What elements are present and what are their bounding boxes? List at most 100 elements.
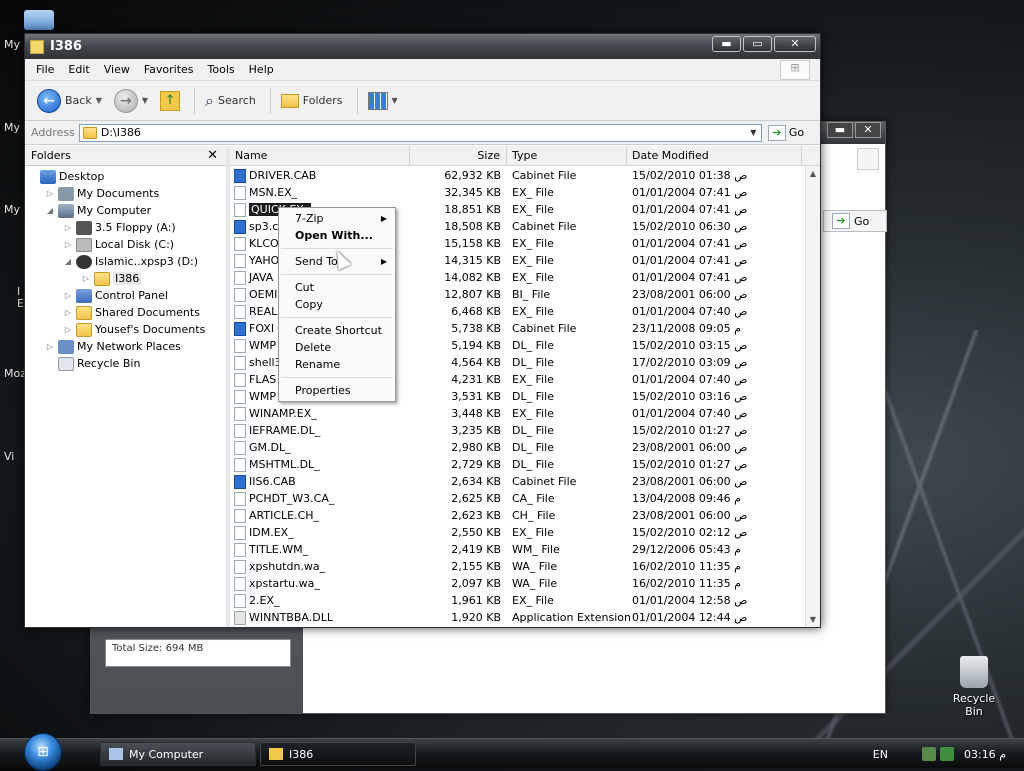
context-menu-item-7-zip[interactable]: 7-Zip ▶ bbox=[279, 210, 395, 227]
chevron-down-icon[interactable]: ▼ bbox=[392, 96, 398, 105]
address-input[interactable]: D:\I386 ▼ bbox=[78, 123, 762, 142]
taskbar-button-i386[interactable]: I386 bbox=[260, 742, 416, 766]
file-row[interactable]: MSHTML.DL_ 2,729 KB DL_ File 15/02/2010 01:… bbox=[230, 456, 820, 473]
explorer-window[interactable]: I386 ▬ ▭ ✕ File Edit View Favorites Tools Hel… bbox=[24, 33, 821, 628]
background-close-button[interactable]: ✕ bbox=[855, 122, 881, 138]
file-row[interactable]: DRIVER.CAB 62,932 KB Cabinet File 15/02/201… bbox=[230, 167, 820, 184]
tree-item-islamic-xpsp3-d-[interactable]: ◢ Islamic..xpsp3 (D:) bbox=[25, 253, 226, 270]
file-row[interactable]: GM.DL_ 2,980 KB DL_ File 23/08/2001 06:00 ص bbox=[230, 439, 820, 456]
desktop-recycle-bin-label: Recycle Bin bbox=[952, 692, 996, 718]
start-button[interactable]: ⊞ bbox=[24, 733, 62, 771]
expand-arrow-icon[interactable]: ▷ bbox=[63, 240, 73, 249]
file-row[interactable]: PCHDT_W3.CA_ 2,625 KB CA_ File 13/04/2008 0… bbox=[230, 490, 820, 507]
views-button[interactable]: ▼ bbox=[364, 90, 402, 112]
desktop-icon-label[interactable]: Moz bbox=[4, 367, 26, 380]
file-size: 2,634 KB bbox=[451, 475, 501, 488]
desktop-computer-icon[interactable] bbox=[24, 10, 54, 30]
cabinet-file-icon bbox=[234, 168, 246, 183]
network-icon[interactable] bbox=[921, 747, 936, 761]
desktop-icon-label[interactable]: E bbox=[17, 297, 24, 310]
file-row[interactable]: xpshutdn.wa_ 2,155 KB WA_ File 16/02/2010 1… bbox=[230, 558, 820, 575]
back-button[interactable]: ← Back ▼ bbox=[33, 87, 106, 115]
context-menu-item-delete[interactable]: Delete bbox=[279, 339, 395, 356]
chevron-down-icon[interactable]: ▼ bbox=[142, 96, 148, 105]
menu-favorites[interactable]: Favorites bbox=[137, 63, 201, 76]
up-button[interactable]: ↑ bbox=[156, 89, 184, 113]
scroll-up-icon[interactable]: ▲ bbox=[806, 166, 820, 181]
file-row[interactable]: ARTICLE.CH_ 2,623 KB CH_ File 23/08/2001 06… bbox=[230, 507, 820, 524]
maximize-button[interactable]: ▭ bbox=[743, 36, 772, 52]
tree-item-my-network-places[interactable]: ▷ My Network Places bbox=[25, 338, 226, 355]
menu-tools[interactable]: Tools bbox=[201, 63, 242, 76]
expand-arrow-icon[interactable]: ▷ bbox=[63, 291, 73, 300]
tree-item-yousef-s-documents[interactable]: ▷ Yousef's Documents bbox=[25, 321, 226, 338]
tree-item-desktop[interactable]: Desktop bbox=[25, 168, 226, 185]
desktop-icon-label[interactable]: My bbox=[4, 121, 20, 134]
close-icon[interactable]: ✕ bbox=[207, 148, 218, 163]
scroll-down-icon[interactable]: ▼ bbox=[806, 612, 820, 627]
expand-arrow-icon[interactable]: ▷ bbox=[45, 189, 55, 198]
background-go-button[interactable]: ➔ Go bbox=[823, 210, 887, 232]
context-menu-item-create-shortcut[interactable]: Create Shortcut bbox=[279, 322, 395, 339]
go-label: Go bbox=[788, 126, 805, 139]
menu-help[interactable]: Help bbox=[242, 63, 281, 76]
column-header-size[interactable]: Size bbox=[410, 146, 507, 165]
go-button[interactable]: ➔ Go bbox=[767, 124, 805, 141]
tree-item-3-5-floppy-a-[interactable]: ▷ 3.5 Floppy (A:) bbox=[25, 219, 226, 236]
search-button[interactable]: ⌕ Search bbox=[201, 89, 260, 113]
tree-item-control-panel[interactable]: ▷ Control Panel bbox=[25, 287, 226, 304]
file-row[interactable]: MSN.EX_ 32,345 KB EX_ File 01/01/2004 07:41… bbox=[230, 184, 820, 201]
expand-arrow-icon[interactable]: ▷ bbox=[63, 223, 73, 232]
language-indicator[interactable]: EN bbox=[873, 748, 888, 761]
file-row[interactable]: IDM.EX_ 2,550 KB EX_ File 15/02/2010 02:12 … bbox=[230, 524, 820, 541]
column-header-type[interactable]: Type bbox=[507, 146, 627, 165]
file-name: ARTICLE.CH_ bbox=[249, 509, 320, 522]
tree-item-local-disk-c-[interactable]: ▷ Local Disk (C:) bbox=[25, 236, 226, 253]
background-minimize-button[interactable]: ▬ bbox=[827, 122, 853, 138]
expand-arrow-open-icon[interactable]: ◢ bbox=[63, 257, 73, 266]
expand-arrow-icon[interactable]: ▷ bbox=[63, 308, 73, 317]
file-row[interactable]: IIS6.CAB 2,634 KB Cabinet File 23/08/2001 0… bbox=[230, 473, 820, 490]
tree-item-shared-documents[interactable]: ▷ Shared Documents bbox=[25, 304, 226, 321]
file-row[interactable]: TITLE.WM_ 2,419 KB WM_ File 29/12/2006 05:4… bbox=[230, 541, 820, 558]
minimize-button[interactable]: ▬ bbox=[712, 36, 741, 52]
file-size: 2,623 KB bbox=[451, 509, 501, 522]
context-menu-item-open-with[interactable]: Open With... bbox=[279, 227, 395, 244]
context-menu-label: 7-Zip bbox=[295, 212, 324, 225]
expand-arrow-icon[interactable]: ▷ bbox=[81, 274, 91, 283]
file-row[interactable]: IEFRAME.DL_ 3,235 KB DL_ File 15/02/2010 01… bbox=[230, 422, 820, 439]
file-row[interactable]: 2.EX_ 1,961 KB EX_ File 01/01/2004 12:58 ص bbox=[230, 592, 820, 609]
context-menu-item-properties[interactable]: Properties bbox=[279, 382, 395, 399]
vertical-scrollbar[interactable]: ▲ ▼ bbox=[805, 166, 820, 627]
folders-button[interactable]: Folders bbox=[277, 92, 347, 110]
desktop-icon-label[interactable]: Vi bbox=[4, 450, 14, 463]
file-row[interactable]: xpstartu.wa_ 2,097 KB WA_ File 16/02/2010 1… bbox=[230, 575, 820, 592]
desktop-recycle-bin[interactable]: Recycle Bin bbox=[944, 656, 1004, 718]
column-header-date[interactable]: Date Modified bbox=[627, 146, 802, 165]
expand-arrow-icon[interactable]: ▷ bbox=[45, 342, 55, 351]
taskbar-button-my-computer[interactable]: My Computer bbox=[100, 742, 256, 766]
close-button[interactable]: ✕ bbox=[774, 36, 816, 52]
file-row[interactable]: WINAMP.EX_ 3,448 KB EX_ File 01/01/2004 07:… bbox=[230, 405, 820, 422]
menu-view[interactable]: View bbox=[97, 63, 137, 76]
tree-item-my-documents[interactable]: ▷ My Documents bbox=[25, 185, 226, 202]
tree-item-i386[interactable]: ▷ I386 bbox=[25, 270, 226, 287]
file-row[interactable]: WINNTBBA.DLL 1,920 KB Application Extensio… bbox=[230, 609, 820, 626]
chevron-down-icon[interactable]: ▼ bbox=[746, 125, 761, 141]
menu-file[interactable]: File bbox=[29, 63, 61, 76]
context-menu-item-cut[interactable]: Cut bbox=[279, 279, 395, 296]
context-menu-item-copy[interactable]: Copy bbox=[279, 296, 395, 313]
context-menu-item-rename[interactable]: Rename bbox=[279, 356, 395, 373]
tree-item-recycle-bin[interactable]: Recycle Bin bbox=[25, 355, 226, 372]
chevron-down-icon[interactable]: ▼ bbox=[96, 96, 102, 105]
title-bar[interactable]: I386 ▬ ▭ ✕ bbox=[25, 34, 820, 59]
tree-item-my-computer[interactable]: ◢ My Computer bbox=[25, 202, 226, 219]
expand-arrow-icon[interactable]: ▷ bbox=[63, 325, 73, 334]
security-icon[interactable] bbox=[939, 747, 954, 761]
desktop-icon-label[interactable]: My bbox=[4, 203, 20, 216]
column-header-name[interactable]: Name bbox=[230, 146, 410, 165]
menu-edit[interactable]: Edit bbox=[61, 63, 96, 76]
forward-button[interactable]: → ▼ bbox=[110, 87, 152, 115]
clock[interactable]: 03:16 م bbox=[964, 748, 1006, 761]
expand-arrow-open-icon[interactable]: ◢ bbox=[45, 206, 55, 215]
